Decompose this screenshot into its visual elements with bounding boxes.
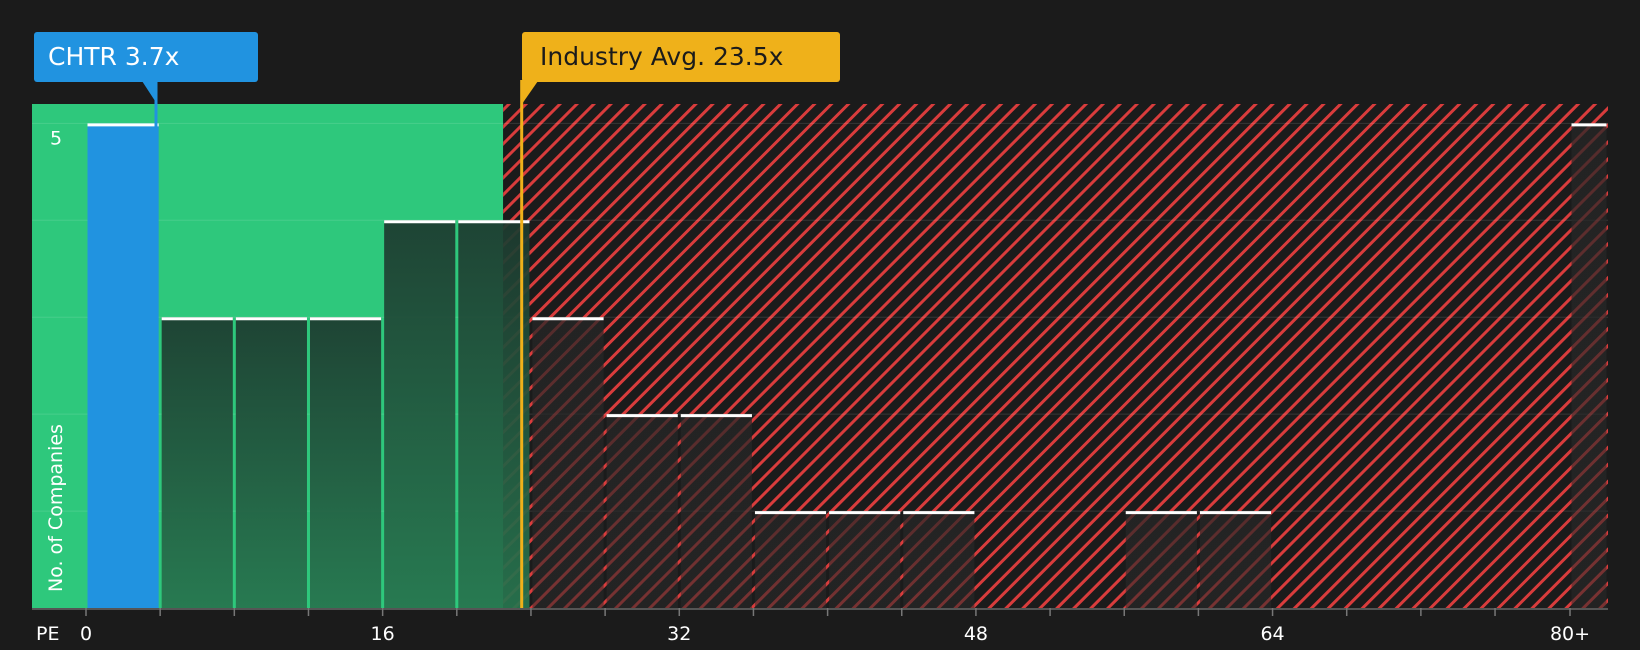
- histogram-bar: [1571, 123, 1607, 608]
- industry-callout-pointer: [522, 81, 538, 104]
- histogram-bar: [903, 511, 975, 608]
- histogram-bar: [458, 220, 530, 609]
- histogram-bar: [606, 414, 678, 608]
- histogram-bar: [829, 511, 901, 608]
- histogram-bar: [1199, 511, 1272, 608]
- x-axis-label: PE: [36, 623, 59, 645]
- x-tick-label: 80+: [1550, 623, 1590, 645]
- company-callout-label: CHTR 3.7x: [48, 42, 179, 71]
- histogram-bar: [235, 317, 307, 608]
- pe-distribution-chart: PE 0 16 32 48 64 80+ 5 No. of Companies CHTR 3.…: [32, 32, 1608, 645]
- x-tick-label: 48: [964, 623, 988, 645]
- histogram-bar: [754, 511, 827, 608]
- histogram-bar: [532, 317, 604, 608]
- industry-callout-label: Industry Avg. 23.5x: [540, 42, 783, 71]
- histogram-bar: [309, 317, 382, 608]
- y-tick-label: 5: [50, 127, 62, 149]
- histogram-bar: [680, 414, 752, 608]
- histogram-bar: [384, 220, 456, 609]
- x-tick-label: 64: [1260, 623, 1284, 645]
- histogram-bar: [87, 123, 159, 608]
- histogram-bar: [161, 317, 233, 608]
- y-axis-label: No. of Companies: [45, 424, 67, 592]
- histogram-bar: [1125, 511, 1197, 608]
- x-tick-label: 32: [667, 623, 691, 645]
- x-axis: PE 0 16 32 48 64 80+: [32, 608, 1608, 645]
- x-tick-label: 0: [80, 623, 92, 645]
- x-tick-label: 16: [371, 623, 395, 645]
